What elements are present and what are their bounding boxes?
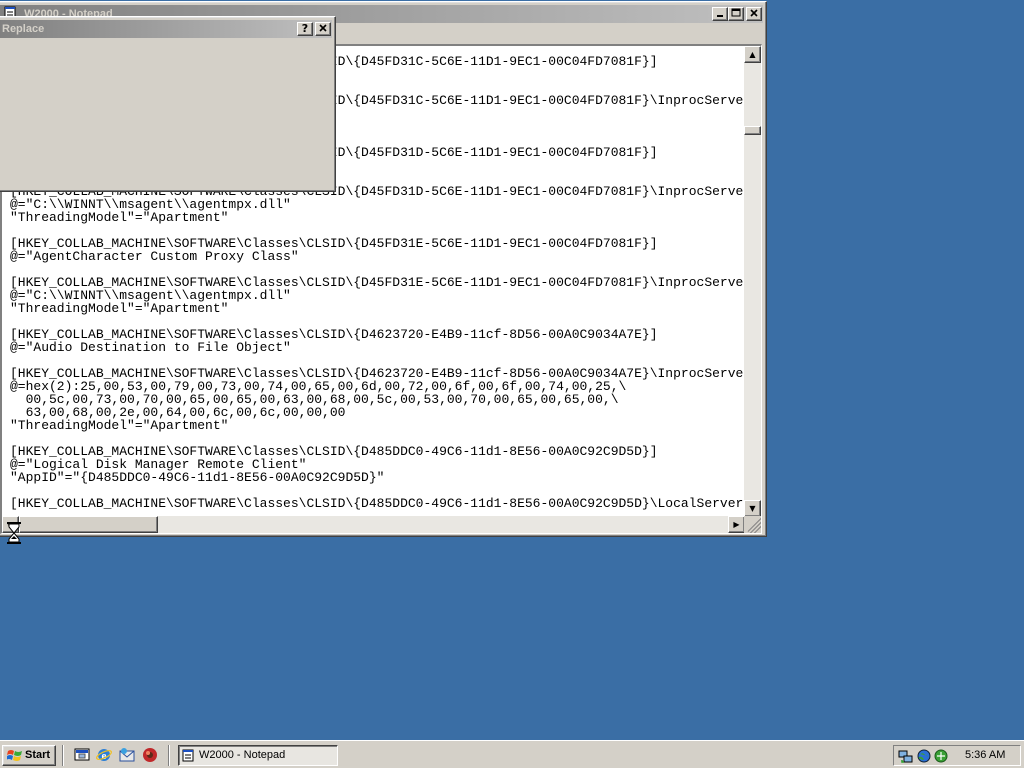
outlook-express-icon[interactable]: [119, 747, 135, 763]
taskbar-notepad-button[interactable]: W2000 - Notepad: [178, 745, 338, 766]
scroll-up-button[interactable]: ▲: [744, 46, 761, 63]
horizontal-scrollbar[interactable]: ◀ ▶: [2, 516, 745, 533]
replace-dialog-title-bar[interactable]: Replace ?: [0, 20, 332, 38]
text-line: "ThreadingModel"="Apartment": [10, 301, 229, 316]
taskbar-notepad-label: W2000 - Notepad: [199, 749, 286, 761]
text-line: "ThreadingModel"="Apartment": [10, 210, 229, 225]
scroll-right-button[interactable]: ▶: [728, 516, 745, 533]
hourglass-cursor-icon: [7, 522, 21, 544]
system-tray: 5:36 AM: [893, 745, 1021, 766]
taskbar-separator: [168, 745, 170, 766]
size-grip[interactable]: [744, 516, 761, 533]
globe-network-icon[interactable]: [916, 748, 932, 764]
start-label: Start: [25, 749, 51, 761]
show-desktop-icon[interactable]: [74, 747, 90, 763]
close-icon: [750, 9, 758, 17]
question-mark-icon: ?: [301, 22, 309, 35]
text-line: @="AgentCharacter Custom Proxy Class": [10, 249, 299, 264]
horizontal-scroll-thumb[interactable]: [19, 516, 158, 533]
scroll-down-button[interactable]: ▼: [744, 500, 761, 517]
close-button[interactable]: [746, 7, 762, 21]
media-player-icon[interactable]: [142, 747, 158, 763]
taskbar-separator: [62, 745, 64, 766]
close-icon: [319, 24, 327, 32]
connection-status-icon[interactable]: [933, 748, 949, 764]
maximize-icon: [731, 8, 741, 17]
text-line: @="Audio Destination to File Object": [10, 340, 291, 355]
start-button[interactable]: Start: [2, 745, 56, 766]
text-line: "ThreadingModel"="Apartment": [10, 418, 229, 433]
arrow-right-icon: ▶: [733, 520, 740, 529]
dialog-close-button[interactable]: [315, 22, 331, 36]
windows-logo-icon: [7, 750, 22, 761]
clock: 5:36 AM: [965, 749, 1006, 761]
text-line: "AppID"="{D485DDC0-49C6-11d1-8E56-00A0C9…: [10, 470, 385, 485]
minimize-icon: [717, 15, 723, 17]
vertical-scrollbar[interactable]: ▲ ▼: [744, 46, 761, 517]
network-icon[interactable]: [898, 748, 914, 764]
help-button[interactable]: ?: [297, 22, 313, 36]
vertical-scroll-thumb[interactable]: [744, 126, 761, 135]
notepad-icon: [182, 749, 194, 762]
text-line: [HKEY_COLLAB_MACHINE\SOFTWARE\Classes\CL…: [10, 496, 745, 511]
replace-dialog-title: Replace: [2, 23, 45, 35]
arrow-up-icon: ▲: [749, 50, 756, 59]
arrow-down-icon: ▼: [749, 504, 756, 513]
maximize-button[interactable]: [728, 7, 744, 21]
taskbar: Start e W2000 - Notepad 5:36 AM: [0, 740, 1024, 768]
internet-explorer-icon[interactable]: e: [96, 747, 112, 763]
replace-dialog: Replace ?: [0, 16, 336, 192]
minimize-button[interactable]: [712, 7, 728, 21]
